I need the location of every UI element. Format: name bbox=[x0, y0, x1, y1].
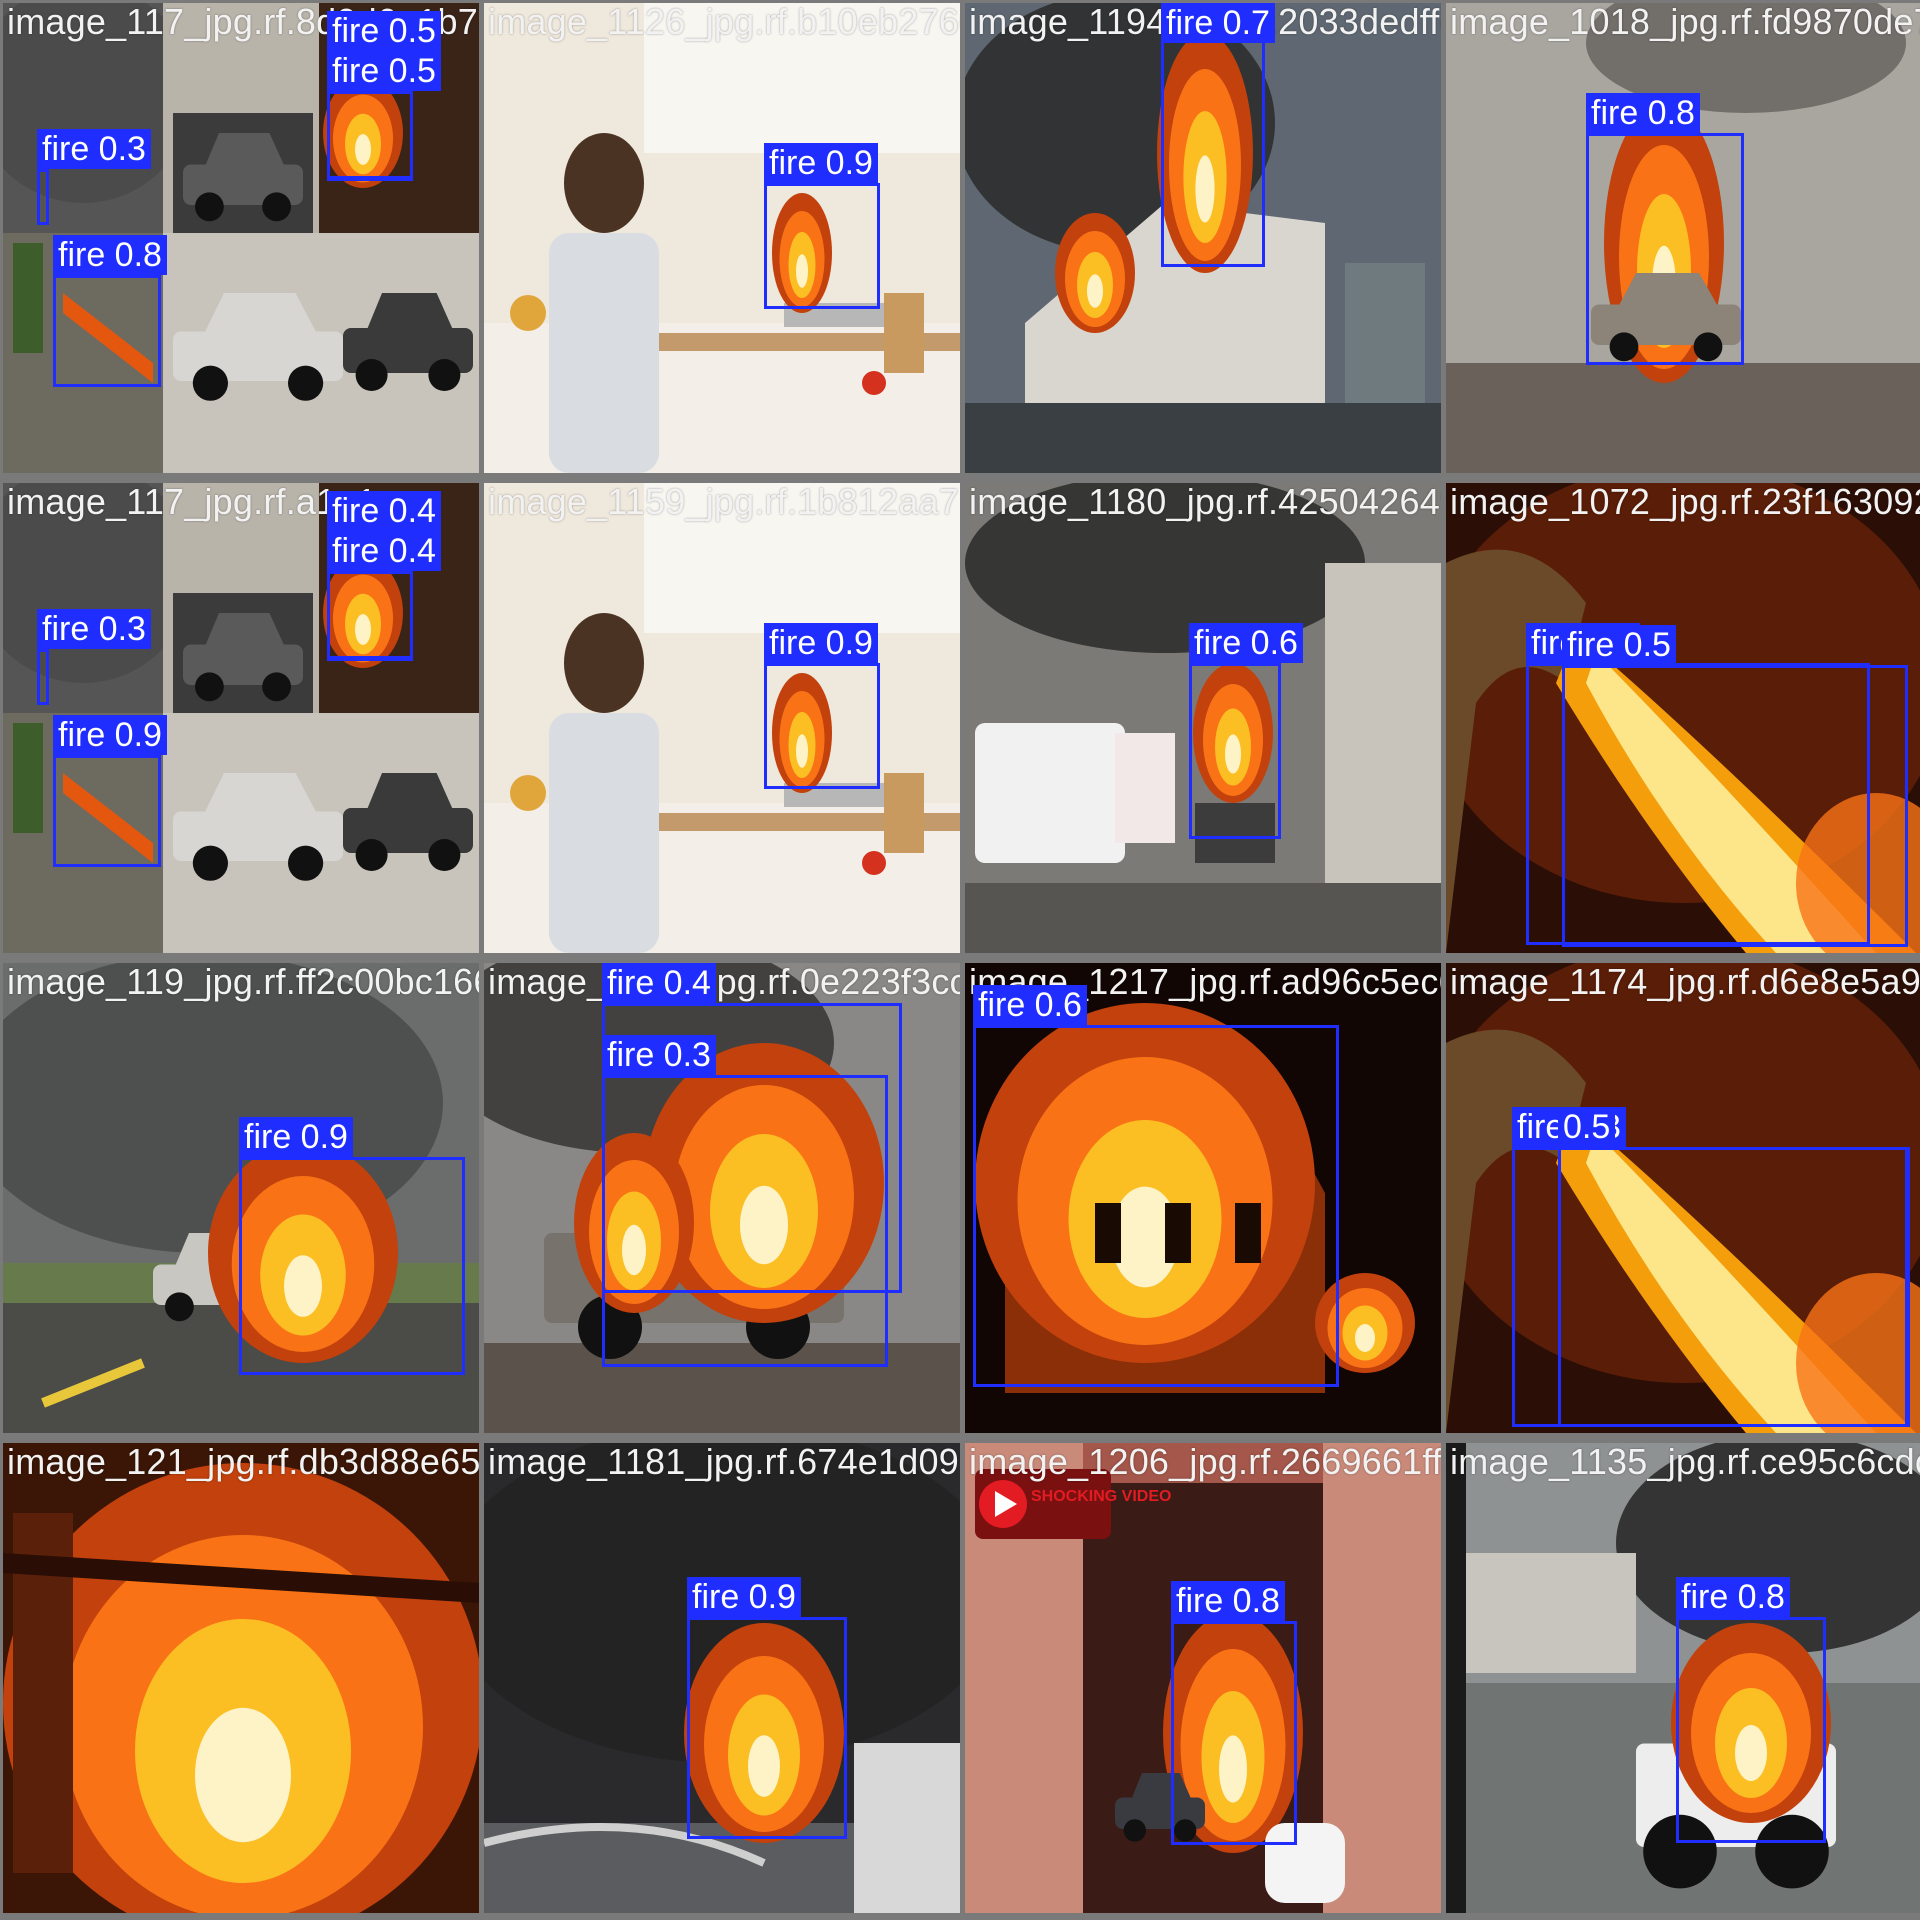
image-tile[interactable]: image_1180_jpg.rf.425042649efire 0.6 bbox=[965, 483, 1441, 953]
detection-label: fire 0.7 bbox=[1161, 3, 1275, 43]
detection-box[interactable] bbox=[1171, 1621, 1297, 1845]
detection-label: fire 0.9 bbox=[239, 1117, 353, 1157]
person-body bbox=[549, 233, 659, 473]
house bbox=[1466, 1553, 1636, 1673]
image-tile[interactable]: image_121_jpg.rf.db3d88e65d9469f bbox=[3, 1443, 479, 1913]
filename-label: image_1072_jpg.rf.23f163092 bbox=[1450, 483, 1920, 522]
detection-label: fire 0.5 bbox=[327, 11, 441, 51]
detection-label: fire 0.5 bbox=[1562, 625, 1676, 665]
tile-photo bbox=[484, 3, 960, 473]
image-tile[interactable]: image_1181_jpg.rf.674e1d099fire 0.9 bbox=[484, 1443, 960, 1913]
detection-box[interactable] bbox=[37, 169, 49, 225]
detection-box[interactable] bbox=[53, 755, 161, 867]
detection-box[interactable] bbox=[1562, 665, 1908, 947]
tile-photo bbox=[484, 483, 960, 953]
filename-label: image_1174_jpg.rf.d6e8e5a9 bbox=[1450, 963, 1920, 1002]
flame bbox=[1055, 213, 1135, 333]
detection-label: fire 0.4 bbox=[602, 963, 716, 1003]
image-tile[interactable]: image_117_jpg.rf.8d0d6e1b7e5d1fire 0.5fi… bbox=[3, 3, 479, 473]
detection-grid: image_117_jpg.rf.8d0d6e1b7e5d1fire 0.5fi… bbox=[0, 0, 1920, 1920]
tile-photo bbox=[3, 1443, 479, 1913]
detection-box[interactable] bbox=[973, 1025, 1339, 1387]
detection-label: fire 0.3 bbox=[602, 1035, 716, 1075]
filename-label: image_1135_jpg.rf.ce95c6cdc0 bbox=[1450, 1443, 1920, 1482]
detection-label: fire 0.8 bbox=[1586, 93, 1700, 133]
image-tile[interactable]: image_1018_jpg.rf.fd9870de7fire 0.8 bbox=[1446, 3, 1920, 473]
person-body bbox=[549, 713, 659, 953]
image-tile[interactable]: image_117_jpg.rf.a1e1 fire 0.4 fire 0.4 fir… bbox=[3, 483, 479, 953]
detection-box[interactable] bbox=[239, 1157, 465, 1375]
detection-label: fire 0.8 bbox=[1676, 1577, 1790, 1617]
detection-label: fire 0.5 bbox=[327, 51, 441, 91]
image-tile[interactable]: image_1159_jpg.rf.1b812aa7fire 0.9 bbox=[484, 483, 960, 953]
filename-label: image_119_jpg.rf.ff2c00bc1666699 bbox=[7, 963, 479, 1002]
detection-label: fire 0.6 bbox=[973, 985, 1087, 1025]
detection-box[interactable] bbox=[602, 1075, 888, 1367]
detection-label: fire 0.6 bbox=[1189, 623, 1303, 663]
detection-label: fire 0.9 bbox=[764, 623, 878, 663]
filename-label: image_1224_jpg.rf.0e223f3cc bbox=[488, 963, 960, 1002]
detection-box[interactable] bbox=[327, 571, 413, 661]
video-badge-text: SHOCKING VIDEO bbox=[1031, 1488, 1171, 1505]
filename-label: image_1181_jpg.rf.674e1d099 bbox=[488, 1443, 960, 1482]
van bbox=[975, 723, 1125, 863]
detection-label: fire 0.4 bbox=[327, 531, 441, 571]
detection-box[interactable] bbox=[327, 91, 413, 181]
person-head bbox=[564, 613, 644, 713]
filename-label: image_1206_jpg.rf.2669661ff4 bbox=[969, 1443, 1441, 1482]
filename-label: image_121_jpg.rf.db3d88e65d9469f bbox=[7, 1443, 479, 1482]
detection-box[interactable] bbox=[53, 275, 161, 387]
filename-label: image_1126_jpg.rf.b10eb27669e3a9e8f bbox=[488, 3, 960, 42]
filename-label: image_1180_jpg.rf.425042649e bbox=[969, 483, 1441, 522]
image-tile[interactable]: image_1224_jpg.rf.0e223f3cc fire 0.4 fire … bbox=[484, 963, 960, 1433]
filename-label: image_1159_jpg.rf.1b812aa7 bbox=[488, 483, 959, 522]
image-tile[interactable]: image_119_jpg.rf.ff2c00bc1666699fire 0.9 bbox=[3, 963, 479, 1433]
detection-box[interactable] bbox=[1586, 133, 1744, 365]
image-tile[interactable]: image_1217_jpg.rf.ad96c5ec6f fire 0.6 bbox=[965, 963, 1441, 1433]
detection-label: fire 0.3 bbox=[37, 609, 151, 649]
image-tile[interactable]: image_1126_jpg.rf.b10eb27669e3a9e8ffire … bbox=[484, 3, 960, 473]
detection-box[interactable] bbox=[764, 183, 880, 309]
detection-label: fire 0.8 bbox=[1171, 1581, 1285, 1621]
detection-box[interactable] bbox=[1161, 31, 1265, 267]
detection-box[interactable] bbox=[764, 663, 880, 789]
detection-label: fire 0.9 bbox=[687, 1577, 801, 1617]
image-tile[interactable]: image_1174_jpg.rf.d6e8e5a9fire 0.30.5 bbox=[1446, 963, 1920, 1433]
image-tile[interactable]: image_1072_jpg.rf.23f163092fire 0.5fire … bbox=[1446, 483, 1920, 953]
detection-label: fire 0.9 bbox=[764, 143, 878, 183]
image-tile[interactable]: SHOCKING VIDEO image_1206_jpg.rf.2669661f… bbox=[965, 1443, 1441, 1913]
image-tile[interactable]: image_1194_jpg.rf.2033dedffc8ac1fire 0.7 bbox=[965, 3, 1441, 473]
detection-box[interactable] bbox=[1189, 663, 1281, 839]
filename-label: image_1018_jpg.rf.fd9870de7 bbox=[1450, 3, 1920, 42]
detection-label: 0.5 bbox=[1558, 1107, 1616, 1147]
image-tile[interactable]: image_1135_jpg.rf.ce95c6cdc0fire 0.8 bbox=[1446, 1443, 1920, 1913]
detection-label: fire 0.8 bbox=[53, 235, 167, 275]
detection-box[interactable] bbox=[1676, 1617, 1826, 1843]
filename-label: image_117_jpg.rf.a1e1 bbox=[7, 483, 377, 522]
detection-label: fire 0.3 bbox=[37, 129, 151, 169]
detection-label: fire 0.9 bbox=[53, 715, 167, 755]
detection-label: fire 0.4 bbox=[327, 491, 441, 531]
detection-box[interactable] bbox=[687, 1617, 847, 1839]
person-head bbox=[564, 133, 644, 233]
detection-box[interactable] bbox=[1558, 1147, 1910, 1427]
detection-box[interactable] bbox=[37, 649, 49, 705]
